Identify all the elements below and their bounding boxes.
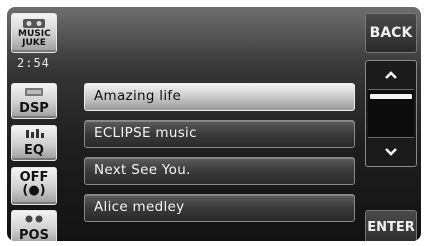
eq-button[interactable]: EQ [11, 125, 57, 161]
pos-label: POS [19, 228, 49, 242]
track-title: Amazing life [94, 88, 182, 104]
dsp-button[interactable]: DSP [11, 83, 57, 119]
track-title: ECLIPSE music [94, 125, 197, 141]
track-item[interactable]: Next See You. [84, 157, 355, 185]
dsp-label: DSP [19, 101, 49, 116]
chevron-down-icon [385, 148, 397, 156]
seat-position-icon [25, 215, 43, 223]
track-item[interactable]: Alice medley [84, 194, 355, 222]
eq-label: EQ [24, 143, 44, 158]
dsp-icon [25, 88, 43, 96]
pos-button[interactable]: POS [11, 210, 57, 241]
music-juke-label: MUSIC JUKE [18, 29, 51, 48]
equalizer-icon [26, 129, 44, 138]
track-item[interactable]: Amazing life [84, 83, 355, 111]
scroll-down-button[interactable] [366, 140, 416, 164]
music-juke-panel: MUSIC JUKE 2:54 DSP EQ OFF (●) POS Amazi… [7, 7, 421, 241]
clock-display: 2:54 [17, 56, 50, 70]
track-title: Next See You. [94, 162, 191, 178]
track-title: Alice medley [94, 199, 185, 215]
scroll-track[interactable] [368, 89, 414, 138]
off-label: OFF (●) [12, 171, 56, 197]
music-juke-icon [23, 19, 45, 28]
scroll-up-button[interactable] [366, 63, 416, 87]
music-juke-button[interactable]: MUSIC JUKE [11, 13, 57, 53]
off-button[interactable]: OFF (●) [11, 167, 57, 205]
chevron-up-icon [385, 71, 397, 79]
enter-button[interactable]: ENTER [365, 210, 417, 241]
track-item[interactable]: ECLIPSE music [84, 120, 355, 148]
scroll-thumb[interactable] [370, 94, 412, 99]
speaker-off-icon: (●) [22, 183, 46, 198]
scrollbar[interactable] [365, 60, 417, 167]
back-button[interactable]: BACK [365, 13, 417, 53]
audio-screen: MUSIC JUKE 2:54 DSP EQ OFF (●) POS Amazi… [0, 0, 427, 246]
